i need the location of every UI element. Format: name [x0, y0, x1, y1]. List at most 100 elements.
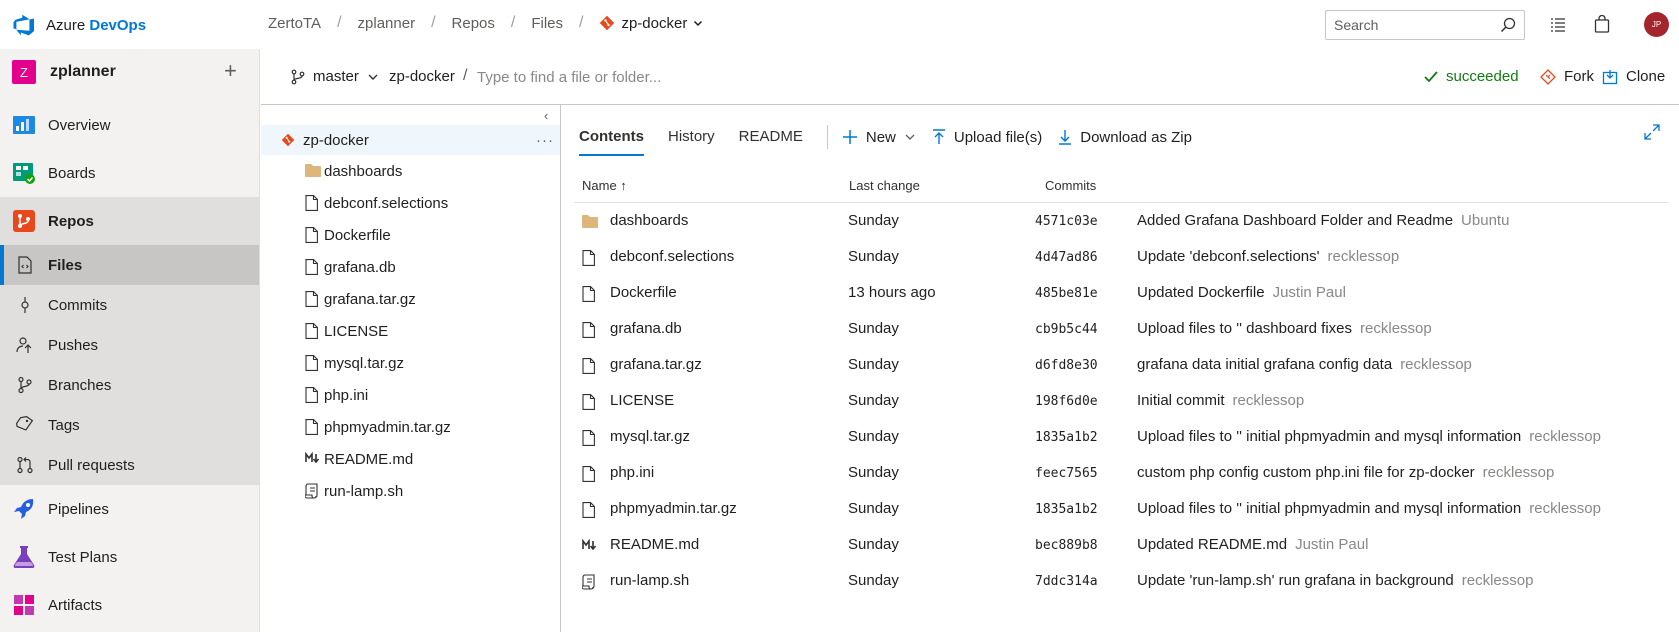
tree-item[interactable]: mysql.tar.gz — [261, 347, 560, 379]
table-row[interactable]: php.ini Sunday feec7565 custom php config c… — [574, 455, 1668, 491]
commit-message-text[interactable]: Updated README.md — [1137, 536, 1287, 553]
commit-hash-link[interactable]: bec889b8 — [1035, 538, 1098, 553]
project-header[interactable]: Z zplanner — [12, 60, 116, 84]
commit-hash-link[interactable]: 7ddc314a — [1035, 574, 1098, 589]
sidebar-item-commits[interactable]: Commits — [0, 285, 259, 325]
sidebar-item-overview[interactable]: Overview — [0, 101, 259, 149]
commit-message-text[interactable]: Initial commit — [1137, 392, 1225, 409]
search-box[interactable]: Search — [1325, 10, 1525, 40]
sidebar-item-artifacts[interactable]: Artifacts — [0, 581, 259, 629]
tree-item[interactable]: grafana.tar.gz — [261, 283, 560, 315]
branch-selector[interactable]: master — [291, 68, 379, 85]
new-button[interactable]: New — [842, 125, 916, 149]
commit-message-text[interactable]: Upload files to '' initial phpmyadmin an… — [1137, 500, 1521, 517]
clone-button[interactable]: Clone — [1602, 68, 1665, 85]
commit-message: Updated README.md Justin Paul — [1137, 536, 1368, 553]
table-row[interactable]: LICENSE Sunday 198f6d0e Initial commit reckl… — [574, 383, 1668, 419]
file-name-link[interactable]: LICENSE — [610, 392, 674, 409]
commit-message-text[interactable]: Upload files to '' initial phpmyadmin an… — [1137, 428, 1521, 445]
tree-item[interactable]: Dockerfile — [261, 219, 560, 251]
expand-icon[interactable] — [1644, 124, 1660, 140]
add-icon[interactable]: + — [224, 60, 237, 82]
path-find-input[interactable] — [477, 65, 777, 89]
sidebar-item-pull-requests[interactable]: Pull requests — [0, 445, 259, 485]
repo-selector[interactable]: zp-docker — [599, 15, 703, 32]
commit-message-text[interactable]: Upload files to '' dashboard fixes — [1137, 320, 1352, 337]
sidebar-item-repos[interactable]: Repos — [0, 197, 259, 245]
more-options-icon[interactable]: ··· — [536, 132, 554, 149]
table-row[interactable]: phpmyadmin.tar.gz Sunday 1835a1b2 Upload fi… — [574, 491, 1668, 527]
path-root-link[interactable]: zp-docker — [389, 68, 455, 85]
tab-readme[interactable]: README — [739, 125, 803, 157]
tree-item[interactable]: LICENSE — [261, 315, 560, 347]
fork-button[interactable]: Fork — [1540, 68, 1594, 85]
tab-history[interactable]: History — [668, 125, 715, 157]
table-row[interactable]: README.md Sunday bec889b8 Updated README.md… — [574, 527, 1668, 563]
table-row[interactable]: grafana.tar.gz Sunday d6fd8e30 grafana data… — [574, 347, 1668, 383]
tree-item[interactable]: dashboards — [261, 155, 560, 187]
tab-contents[interactable]: Contents — [579, 125, 644, 157]
sidebar-item-boards[interactable]: Boards — [0, 149, 259, 197]
file-name-link[interactable]: phpmyadmin.tar.gz — [610, 500, 737, 517]
breadcrumb-files[interactable]: Files — [531, 15, 563, 32]
build-status[interactable]: succeeded — [1424, 68, 1519, 85]
sidebar-item-test-plans[interactable]: Test Plans — [0, 533, 259, 581]
commit-hash-link[interactable]: 485be81e — [1035, 286, 1098, 301]
commit-hash-link[interactable]: 198f6d0e — [1035, 394, 1098, 409]
search-icon[interactable] — [1500, 17, 1516, 33]
commit-hash-link[interactable]: 4571c03e — [1035, 214, 1098, 229]
commit-message-text[interactable]: Update 'debconf.selections' — [1137, 248, 1320, 265]
tree-item[interactable]: README.md — [261, 443, 560, 475]
commit-hash-link[interactable]: 1835a1b2 — [1035, 502, 1098, 517]
commit-hash-link[interactable]: 4d47ad86 — [1035, 250, 1098, 265]
commit-hash-link[interactable]: 1835a1b2 — [1035, 430, 1098, 445]
tree-item[interactable]: grafana.db — [261, 251, 560, 283]
chevron-down-icon — [368, 74, 378, 80]
file-name-link[interactable]: run-lamp.sh — [610, 572, 689, 589]
file-name-link[interactable]: grafana.db — [610, 320, 682, 337]
breadcrumb-project[interactable]: zplanner — [358, 15, 416, 32]
download-zip-button[interactable]: Download as Zip — [1058, 125, 1192, 149]
file-name-link[interactable]: dashboards — [610, 212, 688, 229]
commit-message-text[interactable]: Update 'run-lamp.sh' run grafana in back… — [1137, 572, 1454, 589]
tree-item[interactable]: phpmyadmin.tar.gz — [261, 411, 560, 443]
commit-message-text[interactable]: grafana data initial grafana config data — [1137, 356, 1392, 373]
sidebar-item-tags[interactable]: Tags — [0, 405, 259, 445]
sidebar-item-pushes[interactable]: Pushes — [0, 325, 259, 365]
commit-message: Update 'run-lamp.sh' run grafana in back… — [1137, 572, 1533, 589]
commit-message-text[interactable]: Updated Dockerfile — [1137, 284, 1265, 301]
file-name-link[interactable]: README.md — [610, 536, 699, 553]
table-row[interactable]: Dockerfile 13 hours ago 485be81e Updated Do… — [574, 275, 1668, 311]
avatar[interactable]: JP — [1644, 12, 1669, 37]
collapse-tree-icon[interactable]: ‹ — [544, 108, 548, 123]
sidebar-item-pipelines[interactable]: Pipelines — [0, 485, 259, 533]
commit-hash-link[interactable]: feec7565 — [1035, 466, 1098, 481]
file-name-link[interactable]: debconf.selections — [610, 248, 734, 265]
file-name-link[interactable]: Dockerfile — [610, 284, 677, 301]
commit-message-text[interactable]: Added Grafana Dashboard Folder and Readm… — [1137, 212, 1453, 229]
brand[interactable]: Azure DevOps — [12, 12, 146, 38]
file-name-link[interactable]: mysql.tar.gz — [610, 428, 690, 445]
breadcrumb-org[interactable]: ZertoTA — [268, 15, 321, 32]
commit-message-text[interactable]: custom php config custom php.ini file fo… — [1137, 464, 1475, 481]
table-row[interactable]: grafana.db Sunday cb9b5c44 Upload files to … — [574, 311, 1668, 347]
sidebar-item-files[interactable]: Files — [0, 245, 259, 285]
file-name-link[interactable]: grafana.tar.gz — [610, 356, 702, 373]
sidebar-item-branches[interactable]: Branches — [0, 365, 259, 405]
table-row[interactable]: debconf.selections Sunday 4d47ad86 Update '… — [574, 239, 1668, 275]
table-row[interactable]: dashboards Sunday 4571c03e Added Grafana Da… — [574, 203, 1668, 239]
upload-files-button[interactable]: Upload file(s) — [932, 125, 1042, 149]
work-items-list-icon[interactable] — [1549, 15, 1567, 33]
column-header-name[interactable]: Name ↑ — [582, 178, 627, 193]
shopping-bag-icon[interactable] — [1594, 15, 1610, 33]
tree-root-item[interactable]: zp-docker ··· — [261, 125, 560, 155]
tree-item[interactable]: debconf.selections — [261, 187, 560, 219]
file-name-link[interactable]: php.ini — [610, 464, 654, 481]
table-row[interactable]: mysql.tar.gz Sunday 1835a1b2 Upload files t… — [574, 419, 1668, 455]
breadcrumb-repos[interactable]: Repos — [452, 15, 495, 32]
commit-hash-link[interactable]: cb9b5c44 — [1035, 322, 1098, 337]
table-row[interactable]: run-lamp.sh Sunday 7ddc314a Update 'run-lam… — [574, 563, 1668, 599]
commit-hash-link[interactable]: d6fd8e30 — [1035, 358, 1098, 373]
tree-item[interactable]: run-lamp.sh — [261, 475, 560, 507]
tree-item[interactable]: php.ini — [261, 379, 560, 411]
